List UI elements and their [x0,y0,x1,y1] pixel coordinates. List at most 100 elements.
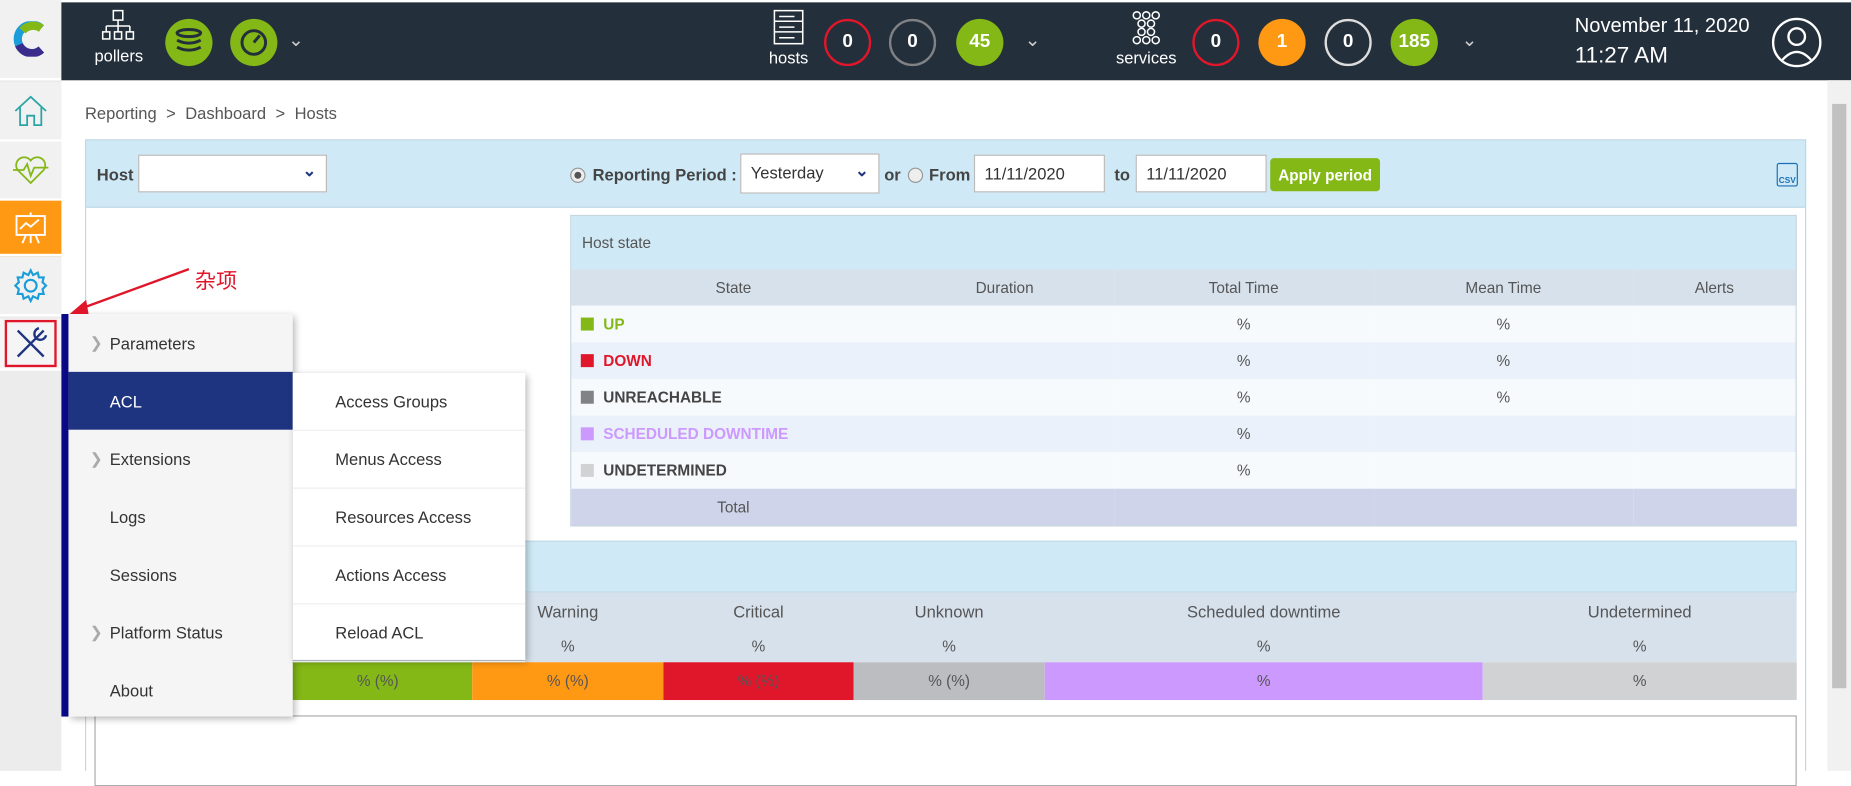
duration-cell [895,305,1113,342]
tools-icon[interactable] [0,318,62,371]
state-bar: % [1482,662,1797,701]
table-row: DOWN%% [570,341,1797,379]
home-icon[interactable] [0,82,62,142]
server-icon [773,9,804,45]
state-bar: % [1044,662,1483,701]
breadcrumb-dashboard[interactable]: Dashboard [185,104,266,123]
services-critical-count[interactable]: 0 [1192,18,1240,67]
hosts-up-count[interactable]: 45 [956,18,1004,67]
menu-item-label: Platform Status [109,622,223,642]
menu-item-label: Sessions [109,564,177,584]
breadcrumb: Reporting > Dashboard > Hosts [85,104,337,123]
chevron-right-icon: ❯ [89,333,103,352]
user-avatar[interactable] [1771,17,1822,68]
chevron-down-icon: ⌄ [302,160,317,180]
duration-cell [895,452,1113,489]
pollers-button[interactable]: pollers [94,9,143,65]
mean-time-cell: % [1496,351,1511,369]
column-header: Undetermined [1587,602,1692,621]
chevron-down-icon[interactable]: ⌄ [1025,28,1041,52]
column-header: Duration [975,278,1034,296]
hosts-down-count[interactable]: 0 [823,18,872,67]
duration-cell [895,378,1113,415]
total-time-cell: % [1236,460,1251,479]
mean-time-cell [1374,415,1634,452]
heartbeat-icon[interactable] [0,141,62,201]
total-label: Total [717,497,750,516]
state-cell: DOWN [571,342,896,379]
reporting-period-radio[interactable] [570,167,586,183]
total-time-cell: % [1236,424,1251,443]
menu-item-logs[interactable]: Logs [68,488,292,546]
scrollbar[interactable] [1827,80,1851,771]
host-select[interactable]: ⌄ [138,154,327,193]
top-bar: pollers ⌄ hosts 0 0 45 ⌄ services 0 1 0 … [61,2,1851,81]
hosts-unreachable-count[interactable]: 0 [888,18,937,67]
annotation-arrow [69,268,190,315]
menu-item-label: ACL [109,391,142,411]
services-label: services [1115,48,1177,68]
menu-item-sessions[interactable]: Sessions [68,545,292,603]
scrollbar-thumb[interactable] [1832,103,1847,689]
host-state-table: Host state State Duration Total Time Mea… [570,214,1797,527]
apply-period-button[interactable]: Apply period [1270,158,1381,192]
from-label: From [929,165,971,185]
breadcrumb-reporting[interactable]: Reporting [85,104,157,123]
submenu-item-access-groups[interactable]: Access Groups [292,373,526,431]
table-row: SCHEDULED DOWNTIME% [570,414,1797,452]
centreon-logo[interactable] [0,0,62,81]
state-color-swatch [580,353,594,367]
menu-item-parameters[interactable]: ❯ Parameters [68,314,292,372]
service-column: Unknown% % (%) [853,593,1045,701]
state-color-swatch [580,316,594,330]
to-label: to [1114,165,1130,185]
custom-period-radio[interactable] [907,167,924,183]
alerts-cell [1633,415,1796,452]
administration-menu: ❯ Parameters ACL ❯ Extensions Logs Sessions ❯ Pl… [68,314,293,719]
period-select[interactable]: Yesterday ⌄ [740,153,880,194]
total-time-cell: % [1236,387,1251,406]
from-date-input[interactable]: 11/11/2020 [973,154,1105,193]
submenu-item-menus-access[interactable]: Menus Access [292,431,526,489]
column-percent: % [942,637,956,656]
state-label: DOWN [603,351,652,369]
state-label: UNDETERMINED [603,460,727,479]
alerts-cell [1633,305,1796,342]
total-time-cell: % [1236,351,1251,369]
service-column: Undetermined%% [1482,593,1797,701]
services-ok-count[interactable]: 185 [1390,18,1438,67]
database-icon[interactable] [165,18,213,67]
state-label: SCHEDULED DOWNTIME [603,424,789,443]
to-date-input[interactable]: 11/11/2020 [1135,154,1267,193]
menu-item-platform-status[interactable]: ❯ Platform Status [68,603,292,661]
chevron-down-icon[interactable]: ⌄ [288,28,304,52]
gear-icon[interactable] [0,257,62,317]
submenu-item-resources-access[interactable]: Resources Access [292,489,526,547]
duration-cell [895,342,1113,379]
menu-item-acl[interactable]: ACL [68,371,293,430]
column-header: Critical [733,602,784,621]
csv-export-icon[interactable]: CSV [1776,162,1798,187]
chart-area [94,715,1797,786]
menu-item-label: Parameters [109,333,196,353]
breadcrumb-hosts[interactable]: Hosts [295,104,337,123]
submenu-item-reload-acl[interactable]: Reload ACL [292,604,526,663]
services-button[interactable]: services [1116,9,1177,67]
services-warning-count[interactable]: 1 [1258,18,1306,67]
state-cell: SCHEDULED DOWNTIME [571,415,896,452]
menu-item-about[interactable]: About [68,661,292,719]
menu-item-extensions[interactable]: ❯ Extensions [68,430,292,488]
submenu-item-actions-access[interactable]: Actions Access [292,547,526,605]
period-select-value: Yesterday [750,162,824,182]
hosts-button[interactable]: hosts [765,9,812,67]
chevron-right-icon: ❯ [89,449,103,467]
breadcrumb-separator: > [275,103,286,123]
ok-bar: % (%) [283,662,473,701]
gauge-icon[interactable] [230,18,278,67]
chevron-down-icon[interactable]: ⌄ [1461,28,1477,52]
menu-item-label: Logs [109,507,146,526]
services-unknown-count[interactable]: 0 [1324,18,1372,67]
column-percent: % [1256,637,1271,656]
duration-cell [895,415,1113,452]
reporting-icon[interactable] [0,200,62,257]
